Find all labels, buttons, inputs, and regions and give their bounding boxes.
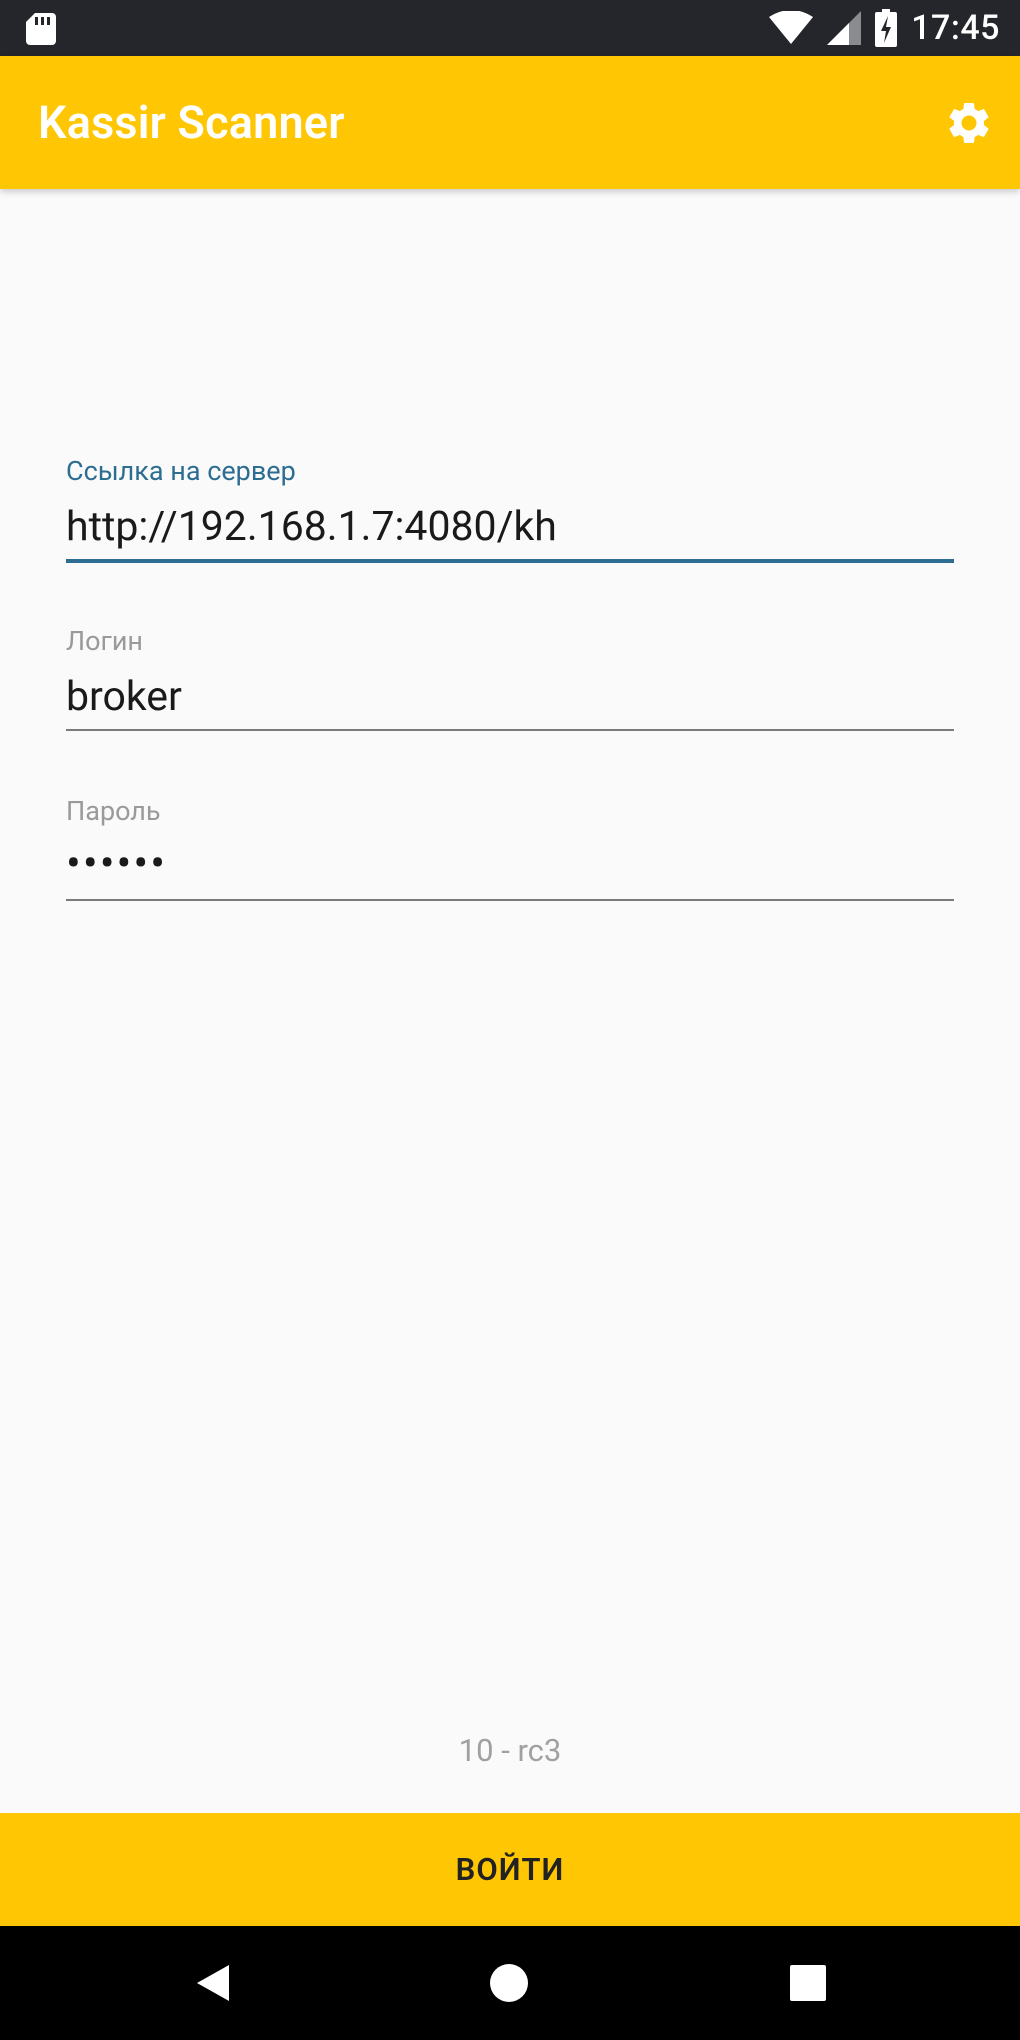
status-icons: 17:45 xyxy=(769,0,1000,56)
app-bar: Kassir Scanner xyxy=(0,56,1020,189)
status-time: 17:45 xyxy=(911,8,1000,48)
sd-card-icon xyxy=(26,13,56,45)
back-icon[interactable] xyxy=(193,1963,233,2003)
system-nav-bar xyxy=(0,1926,1020,2040)
server-url-field[interactable]: Ссылка на сервер http://192.168.1.7:4080… xyxy=(66,455,954,563)
password-input[interactable]: •••••• xyxy=(66,839,954,895)
status-bar: 17:45 xyxy=(0,0,1020,56)
password-label: Пароль xyxy=(66,795,161,827)
wifi-icon xyxy=(769,11,814,44)
server-url-label: Ссылка на сервер xyxy=(66,455,296,487)
login-label: Логин xyxy=(66,625,144,657)
password-field[interactable]: Пароль •••••• xyxy=(66,795,954,901)
password-underline xyxy=(66,899,954,901)
cellular-signal-icon xyxy=(827,11,862,45)
battery-charging-icon xyxy=(875,9,898,47)
home-icon[interactable] xyxy=(489,1963,529,2003)
server-url-input[interactable]: http://192.168.1.7:4080/kh xyxy=(66,499,954,555)
login-underline xyxy=(66,729,954,731)
app-title: Kassir Scanner xyxy=(38,96,345,149)
login-field[interactable]: Логин broker xyxy=(66,625,954,731)
login-button[interactable]: ВОЙТИ xyxy=(0,1813,1020,1926)
settings-gear-icon[interactable] xyxy=(944,98,994,148)
login-input[interactable]: broker xyxy=(66,669,954,725)
server-url-underline xyxy=(66,559,954,563)
version-text: 10 - rc3 xyxy=(458,1732,562,1769)
recents-icon[interactable] xyxy=(789,1964,827,2002)
